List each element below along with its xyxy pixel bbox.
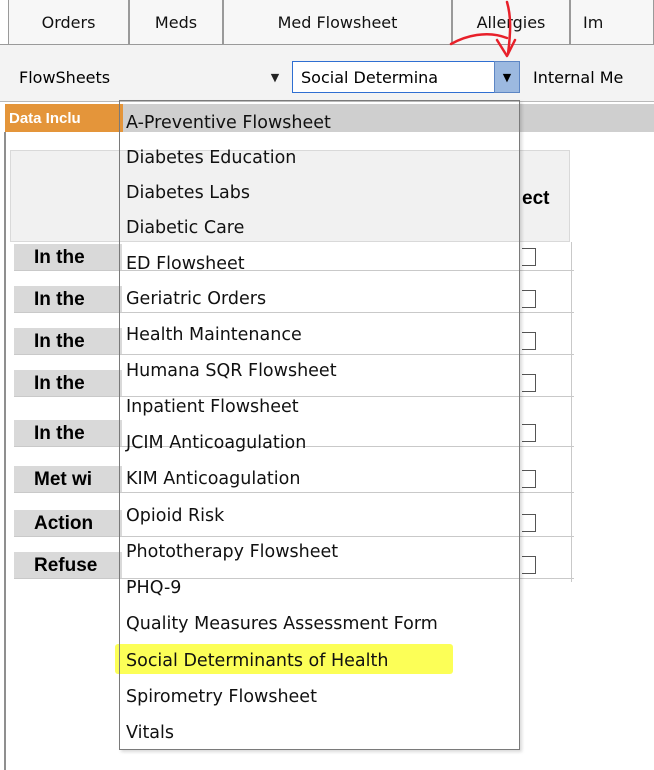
flowsheets-select[interactable]: FlowSheets — [10, 61, 260, 93]
dropdown-option[interactable]: A-Preventive Flowsheet — [126, 106, 331, 140]
row-label: In the — [14, 328, 122, 355]
dropdown-option[interactable]: ED Flowsheet — [126, 247, 245, 281]
row-label: In the — [14, 244, 122, 271]
dropdown-option[interactable]: Quality Measures Assessment Form — [126, 607, 438, 641]
tab-label: Orders — [41, 12, 96, 32]
divider — [571, 242, 572, 582]
dropdown-option[interactable]: Opioid Risk — [126, 499, 224, 533]
row-checkbox[interactable] — [522, 332, 536, 350]
tab-immunizations[interactable]: Im — [570, 0, 654, 45]
section-label-text: Data Inclu — [9, 109, 81, 127]
dropdown-option[interactable]: Inpatient Flowsheet — [126, 390, 299, 424]
dropdown-option[interactable]: Diabetic Care — [126, 211, 244, 245]
dropdown-option[interactable]: Diabetes Education — [126, 141, 296, 175]
dropdown-option[interactable]: Vitals — [126, 716, 174, 750]
tab-label: Allergies — [476, 12, 546, 32]
dropdown-option[interactable]: Geriatric Orders — [126, 282, 266, 316]
specialty-select[interactable]: Internal Me — [524, 61, 654, 93]
row-label: Refuse — [14, 552, 122, 579]
row-label: In the — [14, 420, 122, 447]
tab-med-flowsheet[interactable]: Med Flowsheet — [223, 0, 452, 45]
dropdown-option[interactable]: Health Maintenance — [126, 318, 302, 352]
row-label: Action — [14, 510, 122, 537]
row-checkbox[interactable] — [522, 248, 536, 266]
tab-orders[interactable]: Orders — [8, 0, 129, 45]
frame-border — [4, 132, 6, 770]
dropdown-option[interactable]: JCIM Anticoagulation — [126, 426, 306, 460]
row-checkbox[interactable] — [522, 374, 536, 392]
row-checkbox[interactable] — [522, 556, 536, 574]
dropdown-option[interactable]: Phototherapy Flowsheet — [126, 535, 338, 569]
select-value: Social Determina — [301, 67, 439, 87]
row-checkbox[interactable] — [522, 514, 536, 532]
tab-strip: Orders Meds Med Flowsheet Allergies Im — [0, 0, 654, 45]
row-checkbox[interactable] — [522, 290, 536, 308]
section-label: Data Inclu — [5, 104, 123, 132]
toolbar: FlowSheets ▼ Social Determina ▼ Internal… — [0, 45, 654, 102]
tab-label: Med Flowsheet — [277, 12, 398, 32]
dropdown-option-selected[interactable]: Social Determinants of Health — [126, 644, 388, 678]
row-checkbox[interactable] — [522, 470, 536, 488]
row-label: In the — [14, 370, 122, 397]
tab-meds[interactable]: Meds — [129, 0, 223, 45]
chevron-down-icon[interactable]: ▼ — [494, 61, 520, 93]
tab-label: Im — [583, 12, 604, 32]
flowsheet-select[interactable]: Social Determina — [292, 61, 495, 93]
dropdown-option[interactable]: KIM Anticoagulation — [126, 462, 300, 496]
row-label: Met wi — [14, 466, 122, 493]
dropdown-option[interactable]: Diabetes Labs — [126, 176, 250, 210]
tab-label: Meds — [154, 12, 198, 32]
chevron-down-icon[interactable]: ▼ — [262, 61, 288, 93]
dropdown-option[interactable]: Spirometry Flowsheet — [126, 680, 317, 714]
dropdown-option[interactable]: PHQ-9 — [126, 571, 181, 605]
tab-allergies[interactable]: Allergies — [452, 0, 570, 45]
dropdown-option[interactable]: Humana SQR Flowsheet — [126, 354, 337, 388]
row-checkbox[interactable] — [522, 424, 536, 442]
row-label: In the — [14, 286, 122, 313]
flowsheet-dropdown-list: A-Preventive Flowsheet Diabetes Educatio… — [119, 100, 520, 750]
select-value: Internal Me — [533, 67, 624, 87]
select-column-header: ect — [522, 188, 550, 209]
select-value: FlowSheets — [19, 67, 111, 87]
